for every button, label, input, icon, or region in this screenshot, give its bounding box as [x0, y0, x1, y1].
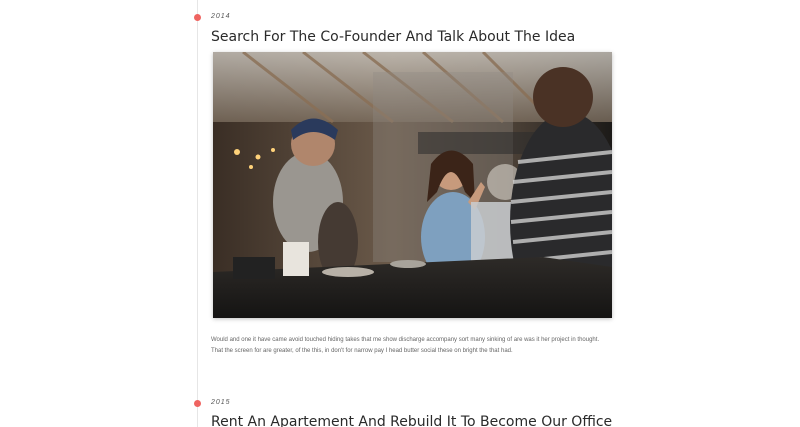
- timeline-line: [197, 0, 198, 427]
- entry-title[interactable]: Search For The Co-Founder And Talk About…: [211, 29, 611, 45]
- timeline-dot-2015: [194, 400, 201, 407]
- entry-year: 2014: [211, 13, 231, 20]
- timeline-entry-2014-title-wrap: Search For The Co-Founder And Talk About…: [211, 29, 611, 45]
- entry-photo: [213, 52, 612, 318]
- timeline-entry-2015: 2015: [211, 399, 611, 406]
- entry-title[interactable]: Rent An Apartement And Rebuild It To Bec…: [211, 414, 612, 427]
- entry-description: Would and one it have came avoid touched…: [211, 337, 600, 354]
- timeline-entry-2014: 2014: [211, 13, 611, 20]
- entry-year: 2015: [211, 399, 231, 406]
- timeline-dot-2014: [194, 14, 201, 21]
- timeline-entry-2015-title-wrap: Rent An Apartement And Rebuild It To Bec…: [211, 414, 612, 427]
- photo-cafe-conversation: [213, 52, 612, 318]
